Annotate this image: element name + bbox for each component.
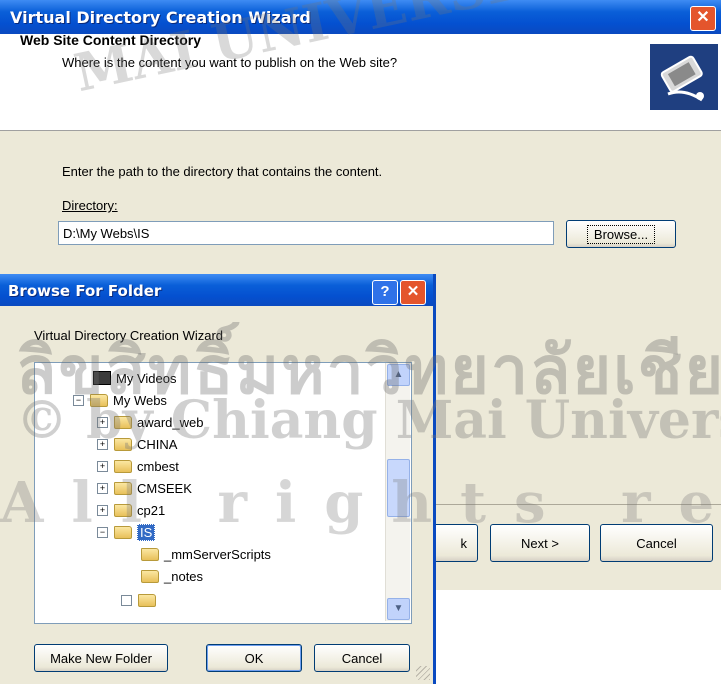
browse-for-folder-dialog: Browse For Folder ? ✕ Virtual Directory … bbox=[0, 274, 436, 684]
open-folder-icon bbox=[114, 525, 132, 539]
folder-icon bbox=[138, 593, 156, 607]
folder-tree[interactable]: My Videos − My Webs + award_web + CHINA … bbox=[34, 362, 412, 624]
folder-icon bbox=[141, 547, 159, 561]
folder-icon bbox=[114, 481, 132, 495]
collapse-icon[interactable]: − bbox=[97, 526, 108, 538]
folder-icon bbox=[114, 459, 132, 473]
back-button-label: k bbox=[460, 535, 468, 551]
expand-icon[interactable]: + bbox=[97, 438, 108, 450]
browse-button-label: Browse... bbox=[586, 224, 656, 244]
tree-item-label: cmbest bbox=[137, 458, 179, 474]
tree-item-notes[interactable]: _notes bbox=[141, 565, 203, 587]
expand-icon[interactable]: + bbox=[97, 504, 108, 516]
wizard-title: Virtual Directory Creation Wizard bbox=[10, 8, 311, 27]
browse-title: Browse For Folder bbox=[8, 282, 162, 300]
browse-description: Virtual Directory Creation Wizard bbox=[34, 328, 224, 343]
tree-item-cp21[interactable]: + cp21 bbox=[97, 499, 165, 521]
folder-icon bbox=[114, 503, 132, 517]
tree-item-label: My Webs bbox=[113, 392, 167, 408]
tree-item-label: My Videos bbox=[116, 370, 177, 386]
tree-item-label: CHINA bbox=[137, 436, 178, 452]
tree-item-china[interactable]: + CHINA bbox=[97, 433, 177, 455]
scroll-up-icon[interactable]: ▲ bbox=[387, 364, 410, 386]
folder-icon bbox=[114, 437, 132, 451]
browse-button[interactable]: Browse... bbox=[566, 220, 676, 248]
video-folder-icon bbox=[93, 371, 111, 385]
wizard-emblem-icon bbox=[650, 44, 718, 110]
wizard-instruction: Enter the path to the directory that con… bbox=[62, 164, 383, 179]
scroll-thumb[interactable] bbox=[387, 459, 410, 517]
tree-item-label: award_web bbox=[137, 414, 204, 430]
tree-item-partial[interactable] bbox=[121, 589, 161, 611]
make-new-folder-label: Make New Folder bbox=[50, 650, 152, 666]
wizard-close-icon[interactable]: ✕ bbox=[690, 6, 716, 31]
help-icon[interactable]: ? bbox=[372, 280, 398, 305]
resize-grip-icon[interactable] bbox=[416, 666, 430, 680]
tree-scrollbar[interactable]: ▲ ▼ bbox=[385, 363, 410, 621]
wizard-cancel-label: Cancel bbox=[636, 535, 677, 551]
browse-close-icon[interactable]: ✕ bbox=[400, 280, 426, 305]
ok-button[interactable]: OK bbox=[206, 644, 302, 672]
browse-cancel-button[interactable]: Cancel bbox=[314, 644, 410, 672]
tree-item-mmserverscripts[interactable]: _mmServerScripts bbox=[141, 543, 271, 565]
tree-item-is[interactable]: − IS bbox=[97, 521, 156, 543]
tree-item-cmseek[interactable]: + CMSEEK bbox=[97, 477, 192, 499]
tree-item-label: _mmServerScripts bbox=[164, 546, 271, 562]
tree-item-label: _notes bbox=[164, 568, 204, 584]
tree-item-label: CMSEEK bbox=[137, 480, 192, 496]
directory-label: Directory: bbox=[62, 198, 118, 213]
make-new-folder-button[interactable]: Make New Folder bbox=[34, 644, 168, 672]
directory-input[interactable]: D:\My Webs\IS bbox=[58, 221, 554, 245]
wizard-header-title: Web Site Content Directory bbox=[20, 32, 201, 48]
scroll-down-icon[interactable]: ▼ bbox=[387, 598, 410, 620]
folder-icon bbox=[114, 415, 132, 429]
expand-icon[interactable]: + bbox=[97, 416, 108, 428]
expand-icon[interactable]: + bbox=[97, 482, 108, 494]
next-button-label: Next > bbox=[521, 535, 559, 551]
wizard-header-subtitle: Where is the content you want to publish… bbox=[62, 55, 398, 70]
tree-item-my-videos[interactable]: My Videos bbox=[93, 367, 176, 389]
tree-item-cmbest[interactable]: + cmbest bbox=[97, 455, 179, 477]
wizard-cancel-button[interactable]: Cancel bbox=[600, 524, 713, 562]
folder-icon bbox=[141, 569, 159, 583]
next-button[interactable]: Next > bbox=[490, 524, 590, 562]
expand-icon[interactable] bbox=[121, 594, 132, 606]
tree-item-award-web[interactable]: + award_web bbox=[97, 411, 204, 433]
browse-cancel-label: Cancel bbox=[341, 650, 383, 666]
tree-item-my-webs[interactable]: − My Webs bbox=[73, 389, 167, 411]
wizard-header-panel bbox=[0, 34, 721, 131]
folder-icon bbox=[90, 393, 108, 407]
tree-item-label-selected: IS bbox=[137, 523, 156, 541]
collapse-icon[interactable]: − bbox=[73, 394, 84, 406]
tree-item-label: cp21 bbox=[137, 502, 166, 518]
expand-icon[interactable]: + bbox=[97, 460, 108, 472]
ok-button-label: OK bbox=[244, 650, 264, 666]
